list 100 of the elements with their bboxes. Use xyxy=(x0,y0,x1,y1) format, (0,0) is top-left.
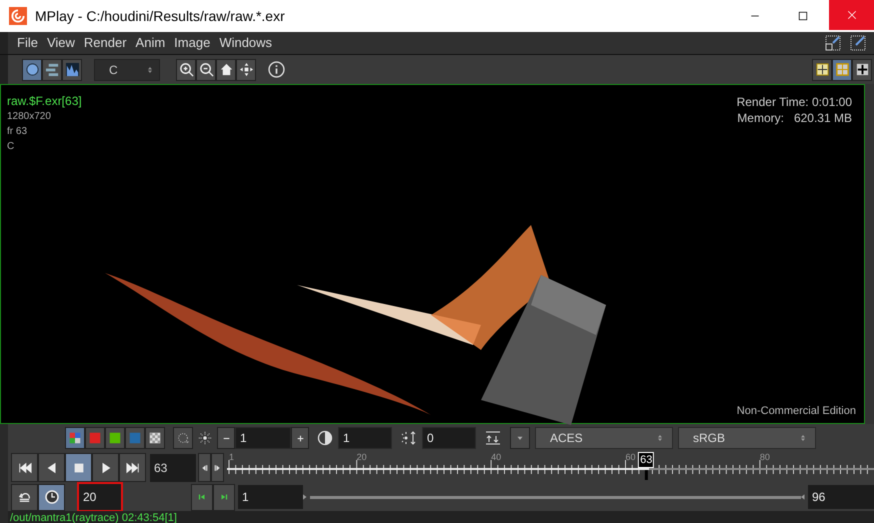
color-swatch-icon xyxy=(108,431,122,445)
exposure-icon xyxy=(198,431,212,445)
color-swatch-icon xyxy=(128,431,142,445)
step-forward-icon xyxy=(213,462,222,472)
layout-button[interactable] xyxy=(812,58,832,80)
step-forward-button[interactable] xyxy=(211,453,224,482)
offset-icon xyxy=(401,430,417,446)
gamma-field[interactable]: 1 xyxy=(338,427,392,449)
collapse-handle[interactable] xyxy=(0,32,8,54)
toolbar-button[interactable] xyxy=(216,58,236,80)
gamma-icon xyxy=(317,430,333,446)
fit-icon xyxy=(814,62,830,77)
playback-button[interactable] xyxy=(38,453,65,482)
playback-button[interactable] xyxy=(92,453,119,482)
zoom-out-icon xyxy=(198,62,214,77)
home-icon xyxy=(218,62,234,77)
menu-item[interactable]: Anim xyxy=(136,33,166,53)
color-swatch-icon xyxy=(88,431,102,445)
menu-item[interactable]: Image xyxy=(174,33,210,53)
frame-number: 1 xyxy=(229,452,234,462)
image-filename: raw.$F.exr[63] xyxy=(7,94,82,109)
channel-button[interactable] xyxy=(105,427,125,449)
exposure-field[interactable]: 1 xyxy=(235,427,291,449)
frame-label: fr 63 xyxy=(7,125,28,139)
options-dropdown[interactable] xyxy=(510,427,530,449)
close-icon xyxy=(846,9,858,21)
channel-button[interactable] xyxy=(145,427,165,449)
move-icon xyxy=(854,62,870,77)
checker-icon xyxy=(148,431,162,445)
minus-button[interactable] xyxy=(217,427,235,449)
info-icon[interactable] xyxy=(268,61,285,78)
frame-number: 60 xyxy=(625,452,636,462)
layout-button[interactable] xyxy=(832,58,852,80)
image-resolution: 1280x720 xyxy=(7,110,51,124)
apply-lut-icon[interactable] xyxy=(485,430,501,446)
layout-button[interactable] xyxy=(852,58,872,80)
playback-button[interactable] xyxy=(11,453,38,482)
frame-icon xyxy=(238,62,254,77)
memory-label: Memory: xyxy=(737,110,784,126)
memory-value: 620.31 MB xyxy=(794,110,852,126)
display-space-dropdown[interactable]: sRGB xyxy=(678,427,816,449)
window-title: MPlay - C:/houdini/Results/raw/raw.*.exr xyxy=(35,6,285,26)
channel-label: C xyxy=(7,140,14,154)
skip-to-end-icon xyxy=(126,460,140,474)
menu-item[interactable]: Windows xyxy=(219,33,272,53)
menu-item[interactable]: File xyxy=(17,33,38,53)
stop-icon xyxy=(72,460,86,474)
histogram-icon xyxy=(64,62,80,77)
range-start-field[interactable]: 1 xyxy=(238,485,303,509)
toolbar-button[interactable] xyxy=(196,58,216,80)
edition-label: Non-Commercial Edition xyxy=(736,404,856,418)
frame-number: 20 xyxy=(356,452,367,462)
grid-icon xyxy=(834,62,850,77)
range-end-button[interactable] xyxy=(213,484,235,510)
range-end-field[interactable]: 96 xyxy=(808,485,874,509)
exposure-menu-button[interactable] xyxy=(173,427,193,449)
range-bar[interactable] xyxy=(310,496,801,498)
frame-number: 80 xyxy=(760,452,770,462)
timeline-track[interactable] xyxy=(227,468,874,470)
app-logo-icon xyxy=(9,7,27,25)
lut-dropdown[interactable]: ACES xyxy=(535,427,673,449)
view-mode-button[interactable] xyxy=(22,58,42,80)
step-back-button[interactable] xyxy=(198,453,211,482)
plus-button[interactable] xyxy=(291,427,309,449)
expand-window-icon[interactable] xyxy=(850,35,866,51)
zoom-in-icon xyxy=(178,62,194,77)
collapse-handle[interactable] xyxy=(864,84,874,424)
color-swatch-icon xyxy=(68,431,82,445)
channel-button[interactable] xyxy=(65,427,85,449)
jump-start-icon xyxy=(197,492,207,502)
playback-button[interactable] xyxy=(119,453,146,482)
sparkle-icon xyxy=(176,431,190,445)
loop-mode-button[interactable] xyxy=(11,484,38,510)
view-mode-button[interactable] xyxy=(62,58,82,80)
collapse-handle[interactable] xyxy=(0,424,8,523)
channel-dropdown[interactable]: C xyxy=(94,58,160,80)
offset-field[interactable]: 0 xyxy=(422,427,476,449)
sphere-icon xyxy=(24,62,40,77)
shrink-window-icon[interactable] xyxy=(825,35,841,51)
collapse-handle[interactable] xyxy=(0,55,8,84)
playback-button[interactable] xyxy=(65,453,92,482)
render-time: Render Time: 0:01:00 xyxy=(736,94,852,110)
realtime-button[interactable] xyxy=(38,484,65,510)
jump-end-icon xyxy=(219,492,229,502)
view-mode-button[interactable] xyxy=(42,58,62,80)
frame-number: 40 xyxy=(491,452,502,462)
step-back-icon xyxy=(200,462,209,472)
status-message: /out/mantra1(raytrace) 02:43:54[1] xyxy=(10,512,177,523)
menu-item[interactable]: View xyxy=(46,33,75,53)
toolbar-button[interactable] xyxy=(176,58,196,80)
list-icon xyxy=(44,62,60,77)
plus-icon xyxy=(296,434,304,442)
timeline-ruler[interactable]: 1 20 40 60 63 80 xyxy=(227,452,874,483)
clock-icon xyxy=(44,489,60,505)
step-field[interactable]: 20 xyxy=(79,484,121,510)
range-start-button[interactable] xyxy=(191,484,213,510)
frame-field[interactable]: 63 xyxy=(150,454,196,482)
toolbar-button[interactable] xyxy=(236,58,256,80)
menu-item[interactable]: Render xyxy=(84,33,127,53)
skip-to-start-icon xyxy=(18,460,32,474)
